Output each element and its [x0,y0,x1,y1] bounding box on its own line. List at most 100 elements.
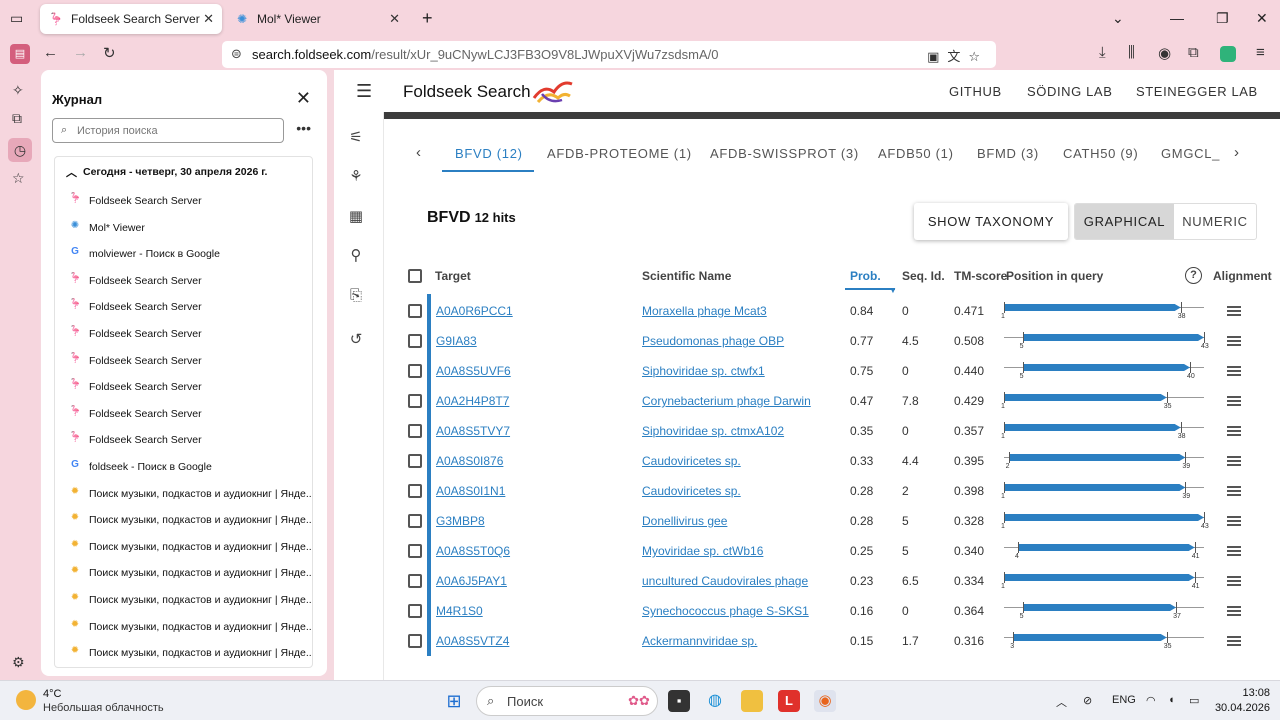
chevron-down-icon[interactable]: ⌄ [1112,10,1124,27]
scientific-name-link[interactable]: Donellivirus gee [642,514,727,528]
network-off-icon[interactable]: ⊘ [1083,694,1092,707]
target-link[interactable]: A0A0R6PCC1 [436,304,513,318]
alignment-icon[interactable] [1227,396,1241,406]
app-l-icon[interactable]: L [778,690,800,712]
history-item[interactable]: Gmolviewer - Поиск в Google [55,240,312,266]
alignment-bar[interactable] [1023,364,1190,371]
alignment-bar[interactable] [1023,604,1176,611]
alignment-icon[interactable] [1227,336,1241,346]
tab-foldseek[interactable]: 🦩 Foldseek Search Server ✕ [40,4,222,34]
weather-temp[interactable]: 4°C [43,688,61,700]
table-row[interactable]: A0A0R6PCC1 Moraxella phage Mcat3 0.84 0 0.47… [334,296,1280,326]
tab-gmgcl[interactable]: GMGCL_ [1161,146,1220,161]
alignment-bar[interactable] [1023,334,1204,341]
more-options-icon[interactable]: ••• [296,120,311,136]
history-item[interactable]: ✹ Поиск музыки, подкастов и аудиокниг | Я… [55,480,312,506]
history-item[interactable]: 🦩 Foldseek Search Server [55,426,312,452]
alignment-icon[interactable] [1227,546,1241,556]
alignment-icon[interactable] [1227,576,1241,586]
close-window-icon[interactable]: ✕ [1256,10,1268,27]
table-row[interactable]: A0A8S5UVF6 Siphoviridae sp. ctwfx1 0.75 0 0.… [334,356,1280,386]
history-item[interactable]: 🦩 Foldseek Search Server [55,293,312,319]
target-link[interactable]: M4R1S0 [436,604,483,618]
target-link[interactable]: A0A8S5UVF6 [436,364,511,378]
grid-icon[interactable]: ▦ [346,207,366,227]
clock-time[interactable]: 13:08 [1230,687,1270,699]
scientific-name-link[interactable]: Synechococcus phage S-SKS1 [642,604,809,618]
alignment-icon[interactable] [1227,636,1241,646]
row-checkbox[interactable] [408,454,422,468]
synced-tabs-icon[interactable]: ⧉ [12,110,22,127]
tab-bfvd[interactable]: BFVD (12) [455,146,523,161]
customize-sidebar-icon[interactable]: ⚙ [12,654,25,671]
alignment-bar[interactable] [1004,514,1204,521]
scientific-name-link[interactable]: Siphoviridae sp. ctmxA102 [642,424,784,438]
history-icon[interactable]: ◷ [8,138,32,162]
alignment-icon[interactable] [1227,306,1241,316]
history-item[interactable]: ✹ Поиск музыки, подкастов и аудиокниг | Я… [55,533,312,559]
target-link[interactable]: G3MBP8 [436,514,485,528]
alignment-bar[interactable] [1004,574,1195,581]
target-link[interactable]: A0A8S5T0Q6 [436,544,510,558]
row-checkbox[interactable] [408,484,422,498]
table-row[interactable]: G3MBP8 Donellivirus gee 0.28 5 0.328 1 43 [334,506,1280,536]
table-row[interactable]: M4R1S0 Synechococcus phage S-SKS1 0.16 0 0.3… [334,596,1280,626]
alignment-bar[interactable] [1009,454,1186,461]
table-row[interactable]: A0A6J5PAY1 uncultured Caudovirales phage 0… [334,566,1280,596]
target-link[interactable]: A0A8S0I1N1 [436,484,505,498]
help-icon[interactable]: ? [1185,267,1202,284]
target-link[interactable]: A0A8S0I876 [436,454,503,468]
start-icon[interactable]: ⊞ [443,690,465,712]
maximize-icon[interactable]: ❐ [1216,10,1229,27]
col-prob[interactable]: Prob. [850,269,881,283]
history-search-input[interactable]: ⌕ История поиска [52,118,284,143]
history-item[interactable]: 🦩 Foldseek Search Server [55,347,312,373]
scientific-name-link[interactable]: Caudoviricetes sp. [642,454,741,468]
target-link[interactable]: A0A8S5VTZ4 [436,634,509,648]
tab-cath50[interactable]: CATH50 (9) [1063,146,1138,161]
address-bar-actions[interactable]: ▣文☆ [927,46,988,65]
volume-icon[interactable]: ◖ [1168,694,1175,706]
row-checkbox[interactable] [408,634,422,648]
file-explorer-icon[interactable] [741,690,763,712]
link-soeding-lab[interactable]: SÖDING LAB [1027,84,1112,99]
row-checkbox[interactable] [408,364,422,378]
alignment-icon[interactable] [1227,606,1241,616]
table-row[interactable]: A0A2H4P8T7 Corynebacterium phage Darwin 0.… [334,386,1280,416]
downloads-icon[interactable]: ⤓ [1099,44,1106,61]
alignment-bar[interactable] [1004,424,1181,431]
app-brand[interactable]: Foldseek Search [403,82,531,102]
tab-bfmd[interactable]: BFMD (3) [977,146,1039,161]
alignment-bar[interactable] [1013,634,1166,641]
forward-icon[interactable]: → [73,44,88,61]
flowers-widget-icon[interactable]: ✿✿ [622,690,656,712]
alignment-icon[interactable] [1227,366,1241,376]
alignment-icon[interactable] [1227,456,1241,466]
history-item[interactable]: ✹ Поиск музыки, подкастов и аудиокниг | Я… [55,559,312,585]
firefox-icon[interactable]: ◉ [814,690,836,712]
col-position[interactable]: Position in query [1006,269,1103,283]
chevron-right-icon[interactable]: › [1234,144,1239,161]
scientific-name-link[interactable]: uncultured Caudovirales phage [642,574,808,588]
alignment-bar[interactable] [1018,544,1195,551]
numeric-button[interactable]: NUMERIC [1174,204,1256,239]
history-item[interactable]: Gfoldseek - Поиск в Google [55,453,312,479]
bookmarks-icon[interactable]: ☆ [12,170,25,187]
history-item[interactable]: 🦩 Foldseek Search Server [55,400,312,426]
alignment-icon[interactable] [1227,426,1241,436]
col-tm-score[interactable]: TM-score [954,269,1007,283]
protein-icon[interactable]: ⚘ [346,167,366,187]
reload-icon[interactable]: ↻ [103,44,116,62]
tab-afdb-proteome[interactable]: AFDB-PROTEOME (1) [547,146,692,161]
history-item[interactable]: 🦩 Foldseek Search Server [55,187,312,213]
row-checkbox[interactable] [408,604,422,618]
extensions-icon[interactable]: ⧉ [1188,44,1199,61]
table-row[interactable]: A0A8S5T0Q6 Myoviridae sp. ctWb16 0.25 5 0.34… [334,536,1280,566]
weather-icon[interactable] [16,690,36,710]
table-row[interactable]: G9IA83 Pseudomonas phage OBP 0.77 4.5 0.508 5… [334,326,1280,356]
scientific-name-link[interactable]: Corynebacterium phage Darwin [642,394,811,408]
history-item[interactable]: 🦩 Foldseek Search Server [55,320,312,346]
history-group-today[interactable]: ︿ Сегодня - четверг, 30 апреля 2026 г. [55,157,312,187]
history-item[interactable]: ✹ Поиск музыки, подкастов и аудиокниг | Я… [55,506,312,532]
row-checkbox[interactable] [408,514,422,528]
